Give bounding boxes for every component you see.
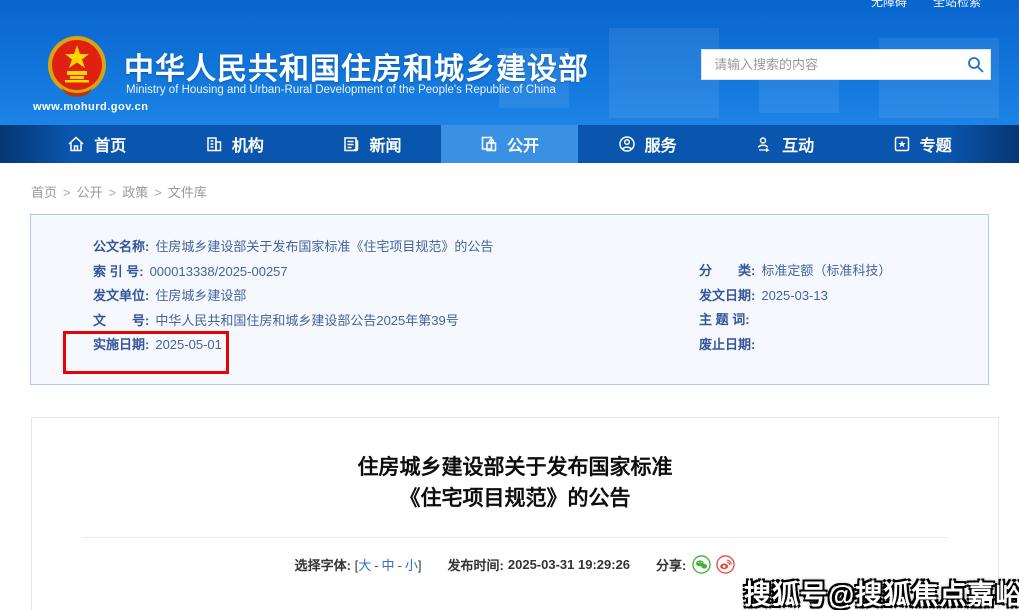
meta-label: 发文日期: bbox=[699, 288, 755, 303]
site-url: www.mohurd.gov.cn bbox=[33, 101, 148, 113]
services-icon bbox=[618, 135, 636, 153]
meta-label: 实施日期: bbox=[93, 337, 149, 352]
site-header: 无障碍 全站检索 www.mohurd.gov.cn 中华人民共和国住房和城乡建… bbox=[0, 0, 1019, 125]
weibo-share-icon[interactable] bbox=[716, 555, 735, 574]
interaction-icon bbox=[755, 135, 773, 153]
meta-row-doc-name: 公文名称: 住房城乡建设部关于发布国家标准《住宅项目规范》的公告 bbox=[93, 235, 493, 260]
national-emblem-logo[interactable] bbox=[47, 35, 107, 99]
font-size-large-link[interactable]: 大 bbox=[358, 558, 371, 573]
search-box bbox=[701, 49, 991, 80]
main-nav: 首页 机构 新闻 公开 bbox=[0, 125, 1019, 163]
site-title: 中华人民共和国住房和城乡建设部 bbox=[124, 44, 589, 88]
article-title: 住房城乡建设部关于发布国家标准 《住宅项目规范》的公告 bbox=[32, 452, 998, 514]
article-meta-row: 选择字体: [大-中-小] 发布时间: 2025-03-31 19:29:26 … bbox=[32, 555, 998, 574]
topics-icon bbox=[893, 135, 911, 153]
publish-time-label: 发布时间: bbox=[448, 555, 504, 574]
dash: - bbox=[374, 558, 378, 573]
meta-label: 分 类: bbox=[699, 263, 755, 278]
page: 无障碍 全站检索 www.mohurd.gov.cn 中华人民共和国住房和城乡建… bbox=[0, 0, 1019, 610]
meta-row-issue-date: 发文日期: 2025-03-13 bbox=[699, 284, 891, 309]
article-title-line2: 《住宅项目规范》的公告 bbox=[32, 483, 998, 514]
dash: - bbox=[398, 558, 402, 573]
meta-row-subject-words: 主 题 词: bbox=[699, 308, 891, 333]
meta-label: 发文单位: bbox=[93, 288, 149, 303]
meta-value: 2025-03-13 bbox=[761, 288, 828, 303]
topbar-link-site-search[interactable]: 全站检索 bbox=[933, 0, 981, 10]
meta-row-doc-number: 文 号: 中华人民共和国住房和城乡建设部公告2025年第39号 bbox=[93, 309, 493, 334]
share-label: 分享: bbox=[656, 555, 686, 574]
nav-label: 机构 bbox=[232, 132, 264, 156]
meta-value: 000013338/2025-00257 bbox=[150, 264, 288, 279]
meta-value: 住房城乡建设部关于发布国家标准《住宅项目规范》的公告 bbox=[155, 239, 493, 254]
breadcrumb-separator: > bbox=[154, 185, 162, 200]
site-title-english: Ministry of Housing and Urban-Rural Deve… bbox=[126, 84, 556, 96]
meta-label: 文 号: bbox=[93, 313, 149, 328]
title-divider bbox=[82, 537, 948, 538]
wechat-share-icon[interactable] bbox=[692, 555, 711, 574]
nav-label: 公开 bbox=[507, 132, 539, 156]
nav-item-home[interactable]: 首页 bbox=[28, 125, 166, 163]
breadcrumb-separator: > bbox=[109, 185, 117, 200]
nav-item-interaction[interactable]: 互动 bbox=[716, 125, 854, 163]
nav-label: 专题 bbox=[920, 132, 952, 156]
breadcrumb-library[interactable]: 文件库 bbox=[168, 185, 207, 200]
publish-time-value: 2025-03-31 19:29:26 bbox=[508, 557, 630, 572]
breadcrumb-policy[interactable]: 政策 bbox=[122, 185, 148, 200]
disclosure-icon bbox=[480, 135, 498, 153]
meta-column-right: 分 类: 标准定额（标准科技） 发文日期: 2025-03-13 主 题 词: 废止… bbox=[699, 259, 891, 357]
meta-label: 主 题 词: bbox=[699, 312, 750, 327]
meta-label: 公文名称: bbox=[93, 239, 149, 254]
meta-row-index-number: 索 引 号: 000013338/2025-00257 bbox=[93, 260, 493, 285]
meta-row-issuing-unit: 发文单位: 住房城乡建设部 bbox=[93, 284, 493, 309]
nav-label: 互动 bbox=[782, 132, 814, 156]
nav-item-services[interactable]: 服务 bbox=[578, 125, 716, 163]
search-icon[interactable] bbox=[960, 56, 990, 73]
meta-value: 中华人民共和国住房和城乡建设部公告2025年第39号 bbox=[155, 313, 458, 328]
organization-icon bbox=[205, 135, 223, 153]
topbar-links: 无障碍 全站检索 bbox=[871, 0, 981, 10]
article-title-line1: 住房城乡建设部关于发布国家标准 bbox=[32, 452, 998, 483]
meta-value: 标准定额（标准科技） bbox=[761, 263, 891, 278]
meta-value: 住房城乡建设部 bbox=[155, 288, 246, 303]
nav-label: 新闻 bbox=[369, 132, 401, 156]
breadcrumb-disclosure[interactable]: 公开 bbox=[77, 185, 103, 200]
news-icon bbox=[342, 135, 360, 153]
font-size-links: [大-中-小] bbox=[351, 555, 422, 574]
nav-label: 首页 bbox=[94, 132, 126, 156]
nav-item-news[interactable]: 新闻 bbox=[303, 125, 441, 163]
nav-item-disclosure[interactable]: 公开 bbox=[441, 125, 579, 163]
search-input[interactable] bbox=[702, 57, 960, 72]
meta-row-repeal-date: 废止日期: bbox=[699, 333, 891, 358]
meta-label: 废止日期: bbox=[699, 337, 755, 352]
share-icons bbox=[692, 555, 735, 574]
sohu-watermark: 搜狐号@搜狐焦点嘉峪关站 bbox=[744, 573, 1019, 610]
meta-column-left: 公文名称: 住房城乡建设部关于发布国家标准《住宅项目规范》的公告 索 引 号: 00… bbox=[93, 235, 493, 358]
home-icon bbox=[67, 135, 85, 153]
font-size-medium-link[interactable]: 中 bbox=[382, 558, 395, 573]
nav-label: 服务 bbox=[645, 132, 677, 156]
topbar-link-accessibility[interactable]: 无障碍 bbox=[871, 0, 907, 10]
meta-row-implementation-date: 实施日期: 2025-05-01 bbox=[93, 333, 493, 358]
bracket: ] bbox=[418, 558, 422, 573]
nav-item-organization[interactable]: 机构 bbox=[166, 125, 304, 163]
breadcrumb-separator: > bbox=[63, 185, 71, 200]
meta-value: 2025-05-01 bbox=[155, 337, 222, 352]
breadcrumb: 首页 > 公开 > 政策 > 文件库 bbox=[31, 182, 1019, 201]
font-size-small-link[interactable]: 小 bbox=[405, 558, 418, 573]
breadcrumb-home[interactable]: 首页 bbox=[31, 185, 57, 200]
meta-label: 索 引 号: bbox=[93, 264, 144, 279]
nav-item-topics[interactable]: 专题 bbox=[853, 125, 991, 163]
font-select-label: 选择字体: bbox=[295, 555, 351, 574]
document-meta-box: 公文名称: 住房城乡建设部关于发布国家标准《住宅项目规范》的公告 索 引 号: 00… bbox=[30, 214, 989, 385]
meta-row-category: 分 类: 标准定额（标准科技） bbox=[699, 259, 891, 284]
